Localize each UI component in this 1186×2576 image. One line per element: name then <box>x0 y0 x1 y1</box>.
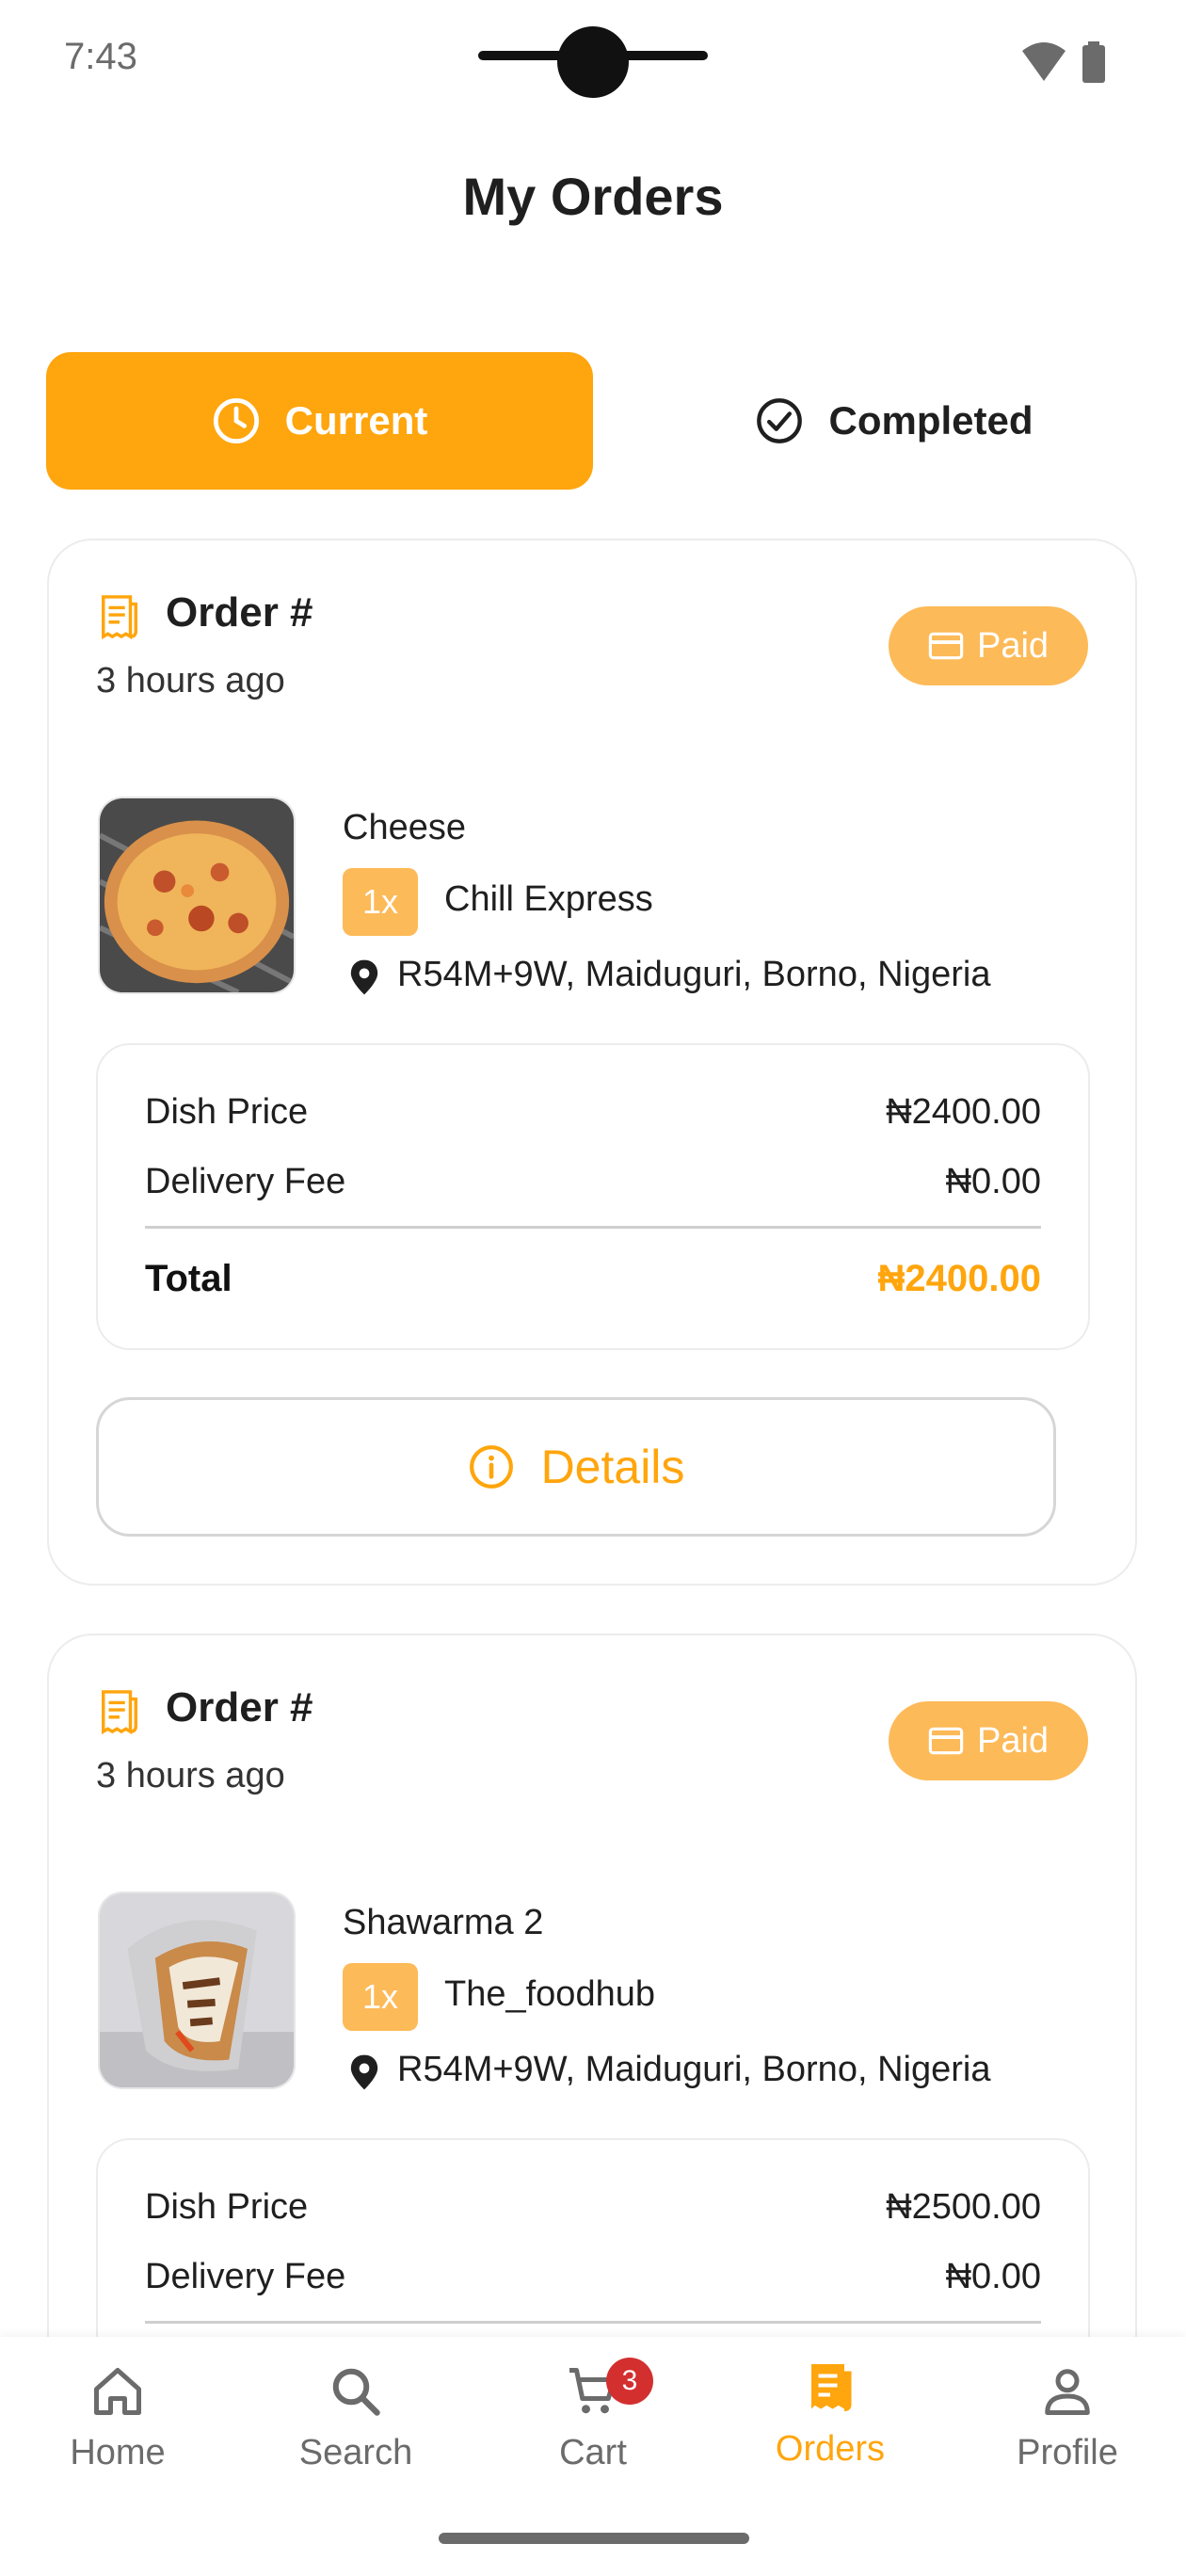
person-icon <box>1045 2369 1090 2415</box>
nav-orders-label: Orders <box>775 2429 886 2469</box>
price-divider <box>145 1226 1041 1229</box>
nav-profile-label: Profile <box>1017 2433 1118 2472</box>
home-icon <box>94 2368 141 2415</box>
nav-home[interactable]: Home <box>33 2363 202 2473</box>
status-time: 7:43 <box>64 36 137 77</box>
camera-dot <box>557 26 629 98</box>
page-title: My Orders <box>462 167 724 226</box>
credit-card-icon <box>928 632 964 660</box>
pizza-image <box>98 797 296 994</box>
quantity-badge: 1x <box>343 1963 418 2031</box>
total-label: Total <box>145 1258 232 1299</box>
nav-search-label: Search <box>298 2433 413 2472</box>
check-circle-icon <box>757 398 803 443</box>
tab-current-label: Current <box>284 398 428 443</box>
delivery-fee-value: ₦0.00 <box>945 1162 1041 1201</box>
credit-card-icon <box>928 1727 964 1755</box>
battery-icon <box>1082 41 1105 83</box>
dish-price-label: Dish Price <box>145 1092 309 1132</box>
nav-profile[interactable]: Profile <box>983 2363 1152 2473</box>
nav-cart[interactable]: 3 Cart <box>508 2358 678 2473</box>
nav-search[interactable]: Search <box>271 2363 441 2473</box>
delivery-fee-label: Delivery Fee <box>145 2257 346 2296</box>
shawarma-image <box>98 1892 296 2089</box>
dish-price-value: ₦2500.00 <box>886 2187 1041 2227</box>
nav-home-label: Home <box>70 2433 166 2472</box>
details-button-label: Details <box>540 1441 685 1493</box>
tab-completed-label: Completed <box>828 398 1034 443</box>
home-indicator[interactable] <box>439 2533 749 2544</box>
order-title: Order # <box>166 1684 313 1731</box>
receipt-icon <box>102 595 137 640</box>
delivery-address: R54M+9W, Maiduguri, Borno, Nigeria <box>397 2050 991 2089</box>
tab-current[interactable]: Current <box>46 352 593 490</box>
pizza-picture <box>100 798 294 992</box>
price-summary: Dish Price ₦2400.00 Delivery Fee ₦0.00 T… <box>96 1043 1090 1350</box>
paid-badge-label: Paid <box>976 625 1050 666</box>
restaurant-name: The_foodhub <box>444 1974 655 2014</box>
nav-cart-label: Cart <box>559 2433 627 2472</box>
details-button[interactable]: Details <box>96 1397 1056 1537</box>
order-time: 3 hours ago <box>96 1756 285 1795</box>
receipt-icon <box>102 1690 137 1735</box>
quantity-badge: 1x <box>343 868 418 936</box>
delivery-address: R54M+9W, Maiduguri, Borno, Nigeria <box>397 955 991 994</box>
clock-icon <box>213 397 259 444</box>
order-card: Order # 3 hours ago Paid Cheese 1x Chill… <box>47 539 1137 1586</box>
order-title: Order # <box>166 589 313 636</box>
total-value: ₦2400.00 <box>877 1258 1041 1299</box>
search-icon <box>332 2368 380 2416</box>
paid-badge: Paid <box>889 606 1088 685</box>
location-pin-icon <box>350 2054 378 2090</box>
delivery-fee-value: ₦0.00 <box>945 2257 1041 2296</box>
paid-badge: Paid <box>889 1701 1088 1780</box>
cart-count-badge: 3 <box>606 2358 653 2405</box>
price-divider <box>145 2321 1041 2324</box>
tab-completed[interactable]: Completed <box>659 352 1130 490</box>
delivery-fee-label: Delivery Fee <box>145 1162 346 1201</box>
nav-orders[interactable]: Orders <box>745 2359 915 2470</box>
order-time: 3 hours ago <box>96 661 285 700</box>
receipt-icon <box>811 2364 852 2411</box>
status-icons <box>1020 41 1114 83</box>
shawarma-picture <box>100 1893 294 2087</box>
info-icon <box>469 1445 513 1489</box>
location-pin-icon <box>350 959 378 995</box>
dish-name: Cheese <box>343 808 466 847</box>
dish-price-label: Dish Price <box>145 2187 309 2227</box>
wifi-icon <box>1022 42 1066 81</box>
restaurant-name: Chill Express <box>444 879 653 919</box>
paid-badge-label: Paid <box>976 1720 1050 1761</box>
dish-name: Shawarma 2 <box>343 1903 544 1942</box>
dish-price-value: ₦2400.00 <box>886 1092 1041 1132</box>
